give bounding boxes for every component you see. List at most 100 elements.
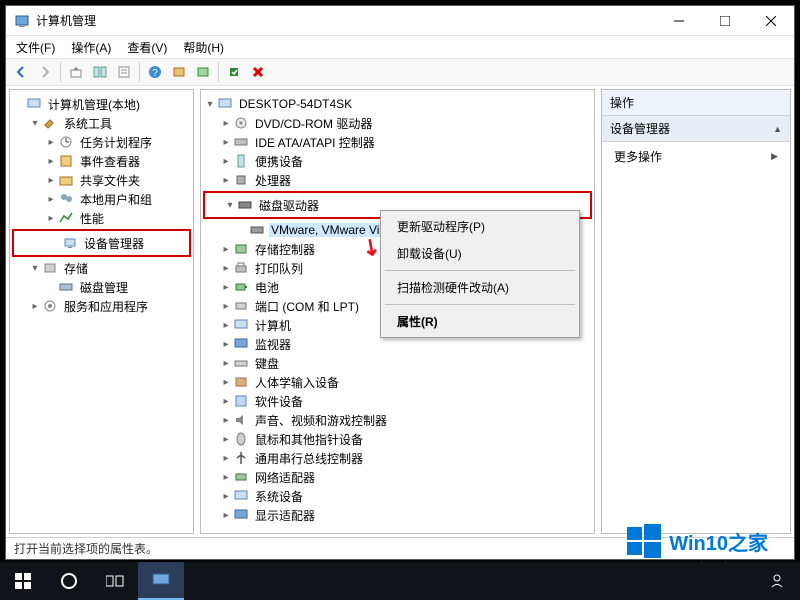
tray-people-icon[interactable] — [754, 562, 800, 600]
ctx-properties[interactable]: 属性(R) — [383, 308, 577, 335]
perf-icon — [58, 210, 74, 226]
dev-cpu[interactable]: ▸处理器 — [203, 171, 592, 189]
toolbar-icon-2[interactable] — [192, 61, 214, 83]
ctx-separator — [385, 270, 575, 271]
tree-shared-folders[interactable]: ▸共享文件夹 — [12, 171, 191, 189]
chevron-right-icon: ▶ — [771, 151, 778, 162]
status-text: 打开当前选择项的属性表。 — [14, 540, 158, 557]
minimize-button[interactable] — [656, 6, 702, 36]
taskbar-app-compmgmt[interactable] — [138, 562, 184, 600]
start-button[interactable] — [0, 562, 46, 600]
hdd-icon — [249, 222, 265, 238]
dev-software[interactable]: ▸软件设备 — [203, 392, 592, 410]
storage-ctrl-icon — [233, 241, 249, 257]
portable-icon — [233, 153, 249, 169]
up-button[interactable] — [65, 61, 87, 83]
dev-mouse[interactable]: ▸鼠标和其他指针设备 — [203, 430, 592, 448]
ctx-scan[interactable]: 扫描检测硬件改动(A) — [383, 274, 577, 301]
dev-usb[interactable]: ▸通用串行总线控制器 — [203, 449, 592, 467]
port-icon — [233, 298, 249, 314]
app-icon — [14, 13, 30, 29]
network-icon — [233, 469, 249, 485]
cpu-icon — [233, 172, 249, 188]
menubar: 文件(F) 操作(A) 查看(V) 帮助(H) — [6, 36, 794, 58]
monitor-icon — [233, 336, 249, 352]
tree-task-scheduler[interactable]: ▸任务计划程序 — [12, 133, 191, 151]
dev-dvd[interactable]: ▸DVD/CD-ROM 驱动器 — [203, 114, 592, 132]
event-icon — [58, 153, 74, 169]
pc-icon — [217, 96, 233, 112]
tree-device-manager[interactable]: 设备管理器 — [16, 234, 187, 252]
toolbar: ? — [6, 58, 794, 86]
watermark: Win10之家 www.win10xitong.com — [627, 524, 768, 558]
cortana-button[interactable] — [46, 562, 92, 600]
disk-drive-icon — [237, 197, 253, 213]
tree-event-viewer[interactable]: ▸事件查看器 — [12, 152, 191, 170]
menu-help[interactable]: 帮助(H) — [179, 37, 228, 58]
services-icon — [42, 298, 58, 314]
taskbar — [0, 562, 800, 600]
menu-file[interactable]: 文件(F) — [12, 37, 59, 58]
context-menu: 更新驱动程序(P) 卸载设备(U) 扫描检测硬件改动(A) 属性(R) — [380, 210, 580, 338]
forward-button[interactable] — [34, 61, 56, 83]
ctx-separator — [385, 304, 575, 305]
tree-local-users[interactable]: ▸本地用户和组 — [12, 190, 191, 208]
disk-mgmt-icon — [58, 279, 74, 295]
ide-icon — [233, 134, 249, 150]
dvd-icon — [233, 115, 249, 131]
computer-icon — [233, 317, 249, 333]
software-icon — [233, 393, 249, 409]
dev-keyboard[interactable]: ▸键盘 — [203, 354, 592, 372]
tree-disk-management[interactable]: 磁盘管理 — [12, 278, 191, 296]
dev-ide[interactable]: ▸IDE ATA/ATAPI 控制器 — [203, 133, 592, 151]
dev-display[interactable]: ▸显示适配器 — [203, 506, 592, 524]
display-icon — [233, 507, 249, 523]
users-icon — [58, 191, 74, 207]
maximize-button[interactable] — [702, 6, 748, 36]
actions-header: 操作 — [602, 90, 790, 116]
folder-share-icon — [58, 172, 74, 188]
close-button[interactable] — [748, 6, 794, 36]
menu-action[interactable]: 操作(A) — [67, 37, 115, 58]
dev-portable[interactable]: ▸便携设备 — [203, 152, 592, 170]
taskview-button[interactable] — [92, 562, 138, 600]
actions-more[interactable]: 更多操作▶ — [602, 142, 790, 171]
dev-sound[interactable]: ▸声音、视频和游戏控制器 — [203, 411, 592, 429]
keyboard-icon — [233, 355, 249, 371]
tree-services-apps[interactable]: ▸服务和应用程序 — [12, 297, 191, 315]
uninstall-device-button[interactable] — [247, 61, 269, 83]
tree-storage[interactable]: ▾存储 — [12, 259, 191, 277]
win10-logo-icon — [627, 524, 661, 558]
battery-icon — [233, 279, 249, 295]
storage-icon — [42, 260, 58, 276]
properties-button[interactable] — [113, 61, 135, 83]
collapse-icon: ▲ — [773, 124, 782, 134]
dev-root[interactable]: ▾DESKTOP-54DT4SK — [203, 95, 592, 113]
actions-pane: 操作 设备管理器▲ 更多操作▶ — [601, 89, 791, 534]
tree-performance[interactable]: ▸性能 — [12, 209, 191, 227]
hid-icon — [233, 374, 249, 390]
computer-mgmt-icon — [26, 96, 42, 112]
toolbar-icon-1[interactable] — [168, 61, 190, 83]
mouse-icon — [233, 431, 249, 447]
ctx-update-driver[interactable]: 更新驱动程序(P) — [383, 213, 577, 240]
tree-system-tools[interactable]: ▾系统工具 — [12, 114, 191, 132]
dev-hid[interactable]: ▸人体学输入设备 — [203, 373, 592, 391]
back-button[interactable] — [10, 61, 32, 83]
tree-root[interactable]: 计算机管理(本地) — [12, 95, 191, 113]
dev-network[interactable]: ▸网络适配器 — [203, 468, 592, 486]
enable-device-button[interactable] — [223, 61, 245, 83]
usb-icon — [233, 450, 249, 466]
help-button[interactable]: ? — [144, 61, 166, 83]
actions-subheader[interactable]: 设备管理器▲ — [602, 116, 790, 142]
printer-icon — [233, 260, 249, 276]
show-hide-tree-button[interactable] — [89, 61, 111, 83]
ctx-uninstall[interactable]: 卸载设备(U) — [383, 240, 577, 267]
svg-text:?: ? — [152, 68, 158, 79]
highlight-device-manager: 设备管理器 — [12, 229, 191, 257]
menu-view[interactable]: 查看(V) — [123, 37, 171, 58]
dev-system[interactable]: ▸系统设备 — [203, 487, 592, 505]
device-mgr-icon — [62, 235, 78, 251]
clock-icon — [58, 134, 74, 150]
left-tree-pane: 计算机管理(本地) ▾系统工具 ▸任务计划程序 ▸事件查看器 ▸共享文件夹 ▸本… — [9, 89, 194, 534]
